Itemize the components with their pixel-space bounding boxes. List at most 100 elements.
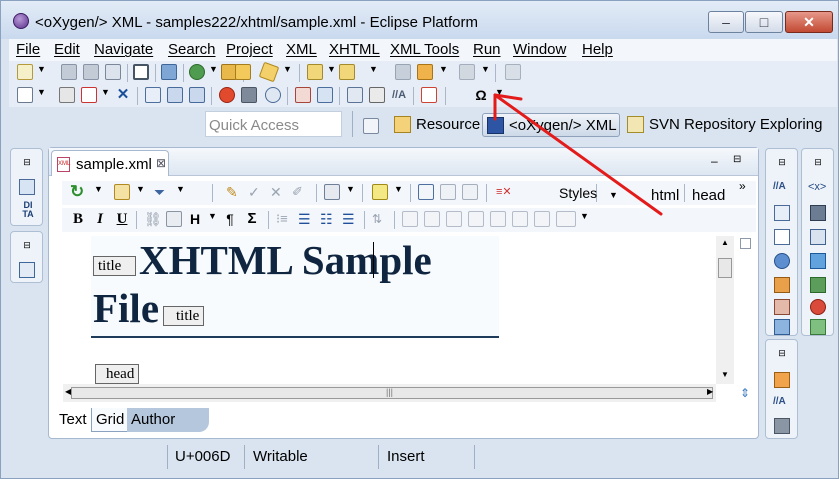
open-folder-icon[interactable] xyxy=(235,64,251,80)
table-properties-icon[interactable] xyxy=(534,211,550,227)
prev-annotation-icon[interactable] xyxy=(339,64,355,80)
dita-maps-icon[interactable]: DI TA xyxy=(17,201,39,221)
minimize-button[interactable]: – xyxy=(708,11,744,33)
wand-icon[interactable] xyxy=(258,61,280,83)
manage-tracked-changes-icon[interactable] xyxy=(324,184,340,200)
menu-xml[interactable]: XML xyxy=(286,41,317,58)
vertical-scroll-thumb[interactable] xyxy=(718,258,732,278)
quick-access-input[interactable]: Quick Access xyxy=(205,111,342,137)
restore-icon[interactable]: ⊟ xyxy=(19,240,35,256)
chevron-down-icon[interactable]: ▼ xyxy=(481,64,490,74)
refresh-icon[interactable]: ↻ xyxy=(70,183,86,200)
title-end-tag[interactable]: title xyxy=(163,306,205,326)
unordered-list-icon[interactable]: ☰ xyxy=(298,211,314,227)
mode-tab-grid[interactable]: Grid xyxy=(91,408,130,432)
menu-file[interactable]: File xyxy=(16,41,40,58)
heading-icon[interactable]: H xyxy=(190,211,206,227)
insert-column-icon[interactable] xyxy=(468,211,484,227)
xpath-builder-icon[interactable] xyxy=(810,205,826,221)
xpath-icon[interactable] xyxy=(189,87,205,103)
clear-validation-icon[interactable]: ✕ xyxy=(115,87,131,103)
filter-icon[interactable]: ⏷ xyxy=(154,184,170,200)
tags-display-icon[interactable] xyxy=(114,184,130,200)
insert-row-above-icon[interactable] xyxy=(446,211,462,227)
head-end-tag[interactable]: head xyxy=(95,364,140,384)
scroll-up-icon[interactable]: ▲ xyxy=(721,238,729,247)
definition-list-icon[interactable]: ⁝≡ xyxy=(276,211,292,227)
chevron-down-icon[interactable]: ▼ xyxy=(369,64,378,74)
reject-change-icon[interactable]: ✕ xyxy=(270,184,286,200)
chevron-down-icon[interactable]: ▼ xyxy=(101,87,110,97)
xslt-debug-icon[interactable] xyxy=(295,87,311,103)
project-explorer-icon[interactable] xyxy=(19,179,35,195)
ordered-list-icon[interactable]: ☷ xyxy=(320,211,336,227)
xinclude-icon[interactable] xyxy=(167,87,183,103)
horizontal-scroll-thumb[interactable]: ||| xyxy=(71,387,713,399)
breadcrumb-html[interactable]: html xyxy=(651,187,679,204)
pin-editor-icon[interactable] xyxy=(505,64,521,80)
paragraph-icon[interactable]: ¶ xyxy=(222,211,238,227)
css-styles-icon[interactable]: //A xyxy=(391,87,407,103)
chevron-down-icon[interactable]: ▼ xyxy=(327,64,336,74)
save-icon[interactable] xyxy=(61,64,77,80)
add-comment-icon[interactable] xyxy=(418,184,434,200)
delete-column-icon[interactable] xyxy=(512,211,528,227)
styles-view-icon[interactable]: //A xyxy=(773,396,789,412)
insert-table-icon[interactable] xyxy=(402,211,418,227)
vertical-scrollbar[interactable]: ▲ ▼ xyxy=(716,236,734,384)
restore-icon[interactable]: ⊟ xyxy=(774,157,790,173)
highlight-icon[interactable] xyxy=(372,184,388,200)
underline-icon[interactable]: U xyxy=(114,211,130,227)
scroll-navigation-icon[interactable]: ⇕ xyxy=(740,386,750,400)
menu-project[interactable]: Project xyxy=(226,41,273,58)
chevron-down-icon[interactable]: ▼ xyxy=(346,184,355,194)
open-perspective-icon[interactable] xyxy=(363,118,379,134)
new-file-icon[interactable] xyxy=(17,64,33,80)
console-icon[interactable] xyxy=(774,319,790,335)
link-icon[interactable]: ⛓ xyxy=(144,211,162,227)
configure-transform-icon[interactable] xyxy=(241,87,257,103)
styles-dropdown[interactable]: Styles ▼ xyxy=(559,185,618,201)
chevron-down-icon[interactable]: ▼ xyxy=(136,184,145,194)
save-all-icon[interactable] xyxy=(83,64,99,80)
chevron-down-icon[interactable]: ▼ xyxy=(495,87,504,97)
remove-comment-icon[interactable] xyxy=(462,184,478,200)
menu-help[interactable]: Help xyxy=(582,41,613,58)
results-icon[interactable] xyxy=(774,299,790,315)
next-annotation-icon[interactable] xyxy=(307,64,323,80)
xquery-debug-icon[interactable] xyxy=(317,87,333,103)
menu-edit[interactable]: Edit xyxy=(54,41,80,58)
insert-row-below-icon[interactable] xyxy=(424,211,440,227)
restore-icon[interactable]: ⊟ xyxy=(19,157,35,173)
outline-view-icon[interactable] xyxy=(19,262,35,278)
model-icon[interactable] xyxy=(774,205,790,221)
editor-tab-sample-xml[interactable]: XML sample.xml ⊠ xyxy=(51,150,169,176)
mode-tab-text[interactable]: Text xyxy=(55,408,91,432)
list-item-icon[interactable]: ☰ xyxy=(342,211,358,227)
join-cells-icon[interactable] xyxy=(556,211,576,227)
chevron-down-icon[interactable]: ▼ xyxy=(176,184,185,194)
perspective-oxygen-xml[interactable]: <oXygen/> XML xyxy=(482,113,620,137)
document-title-line-2[interactable]: File xyxy=(93,284,159,332)
document-title-line-1[interactable]: XHTML Sample xyxy=(139,236,432,284)
back-icon[interactable] xyxy=(417,64,433,80)
clear-highlights-icon[interactable]: ≡✕ xyxy=(496,184,512,200)
breadcrumb-overflow-icon[interactable]: » xyxy=(739,179,746,193)
close-tab-icon[interactable]: ⊠ xyxy=(156,156,166,170)
bold-icon[interactable]: B xyxy=(70,211,86,227)
print-icon[interactable] xyxy=(105,64,121,80)
restore-view-icon[interactable]: ⊟ xyxy=(733,154,741,165)
debug-icon[interactable] xyxy=(189,64,205,80)
author-actions-icon[interactable] xyxy=(774,418,790,434)
menu-search[interactable]: Search xyxy=(168,41,216,58)
back-edit-icon[interactable] xyxy=(395,64,411,80)
maximize-button[interactable]: □ xyxy=(745,11,783,33)
italic-icon[interactable]: I xyxy=(92,211,108,227)
insert-image-icon[interactable] xyxy=(166,211,182,227)
debug-transform-icon[interactable] xyxy=(265,87,281,103)
title-bar[interactable]: <oXygen/> XML - samples222/xhtml/sample.… xyxy=(1,1,838,39)
associate-schema-icon[interactable] xyxy=(145,87,161,103)
chevron-down-icon[interactable]: ▼ xyxy=(208,211,217,221)
chevron-down-icon[interactable]: ▼ xyxy=(37,87,46,97)
scroll-right-icon[interactable]: ▶ xyxy=(707,387,713,396)
